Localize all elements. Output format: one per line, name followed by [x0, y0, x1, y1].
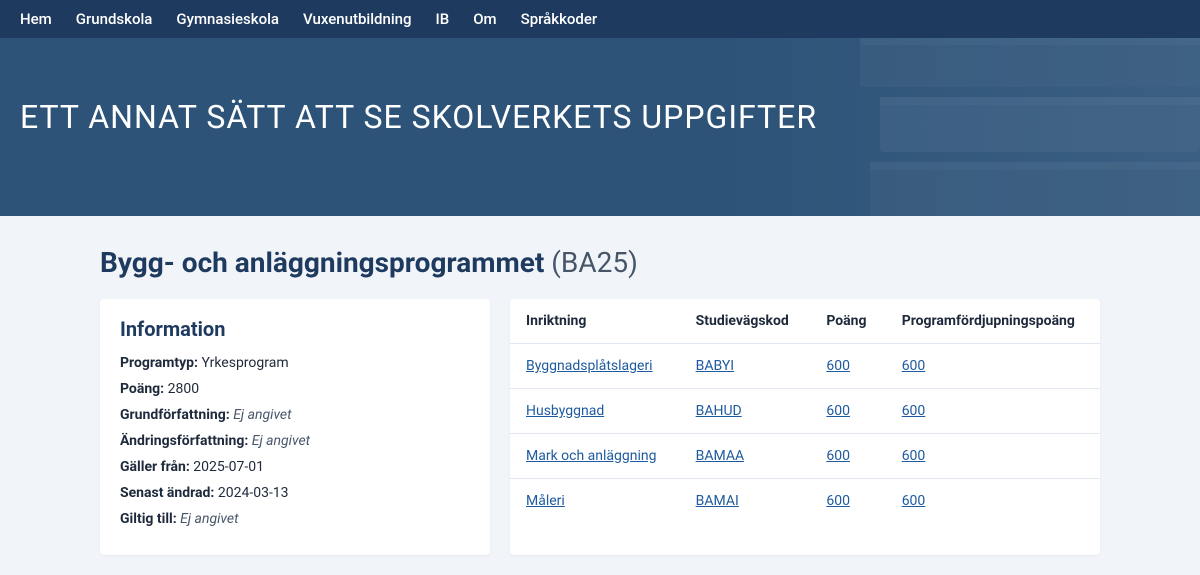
nav-gymnasieskola[interactable]: Gymnasieskola — [176, 10, 279, 28]
nav-ib[interactable]: IB — [436, 10, 450, 28]
info-row: Gäller från: 2025-07-01 — [120, 459, 470, 475]
nav-hem[interactable]: Hem — [20, 10, 52, 28]
inriktning-link[interactable]: Husbyggnad — [526, 403, 604, 419]
info-label: Giltig till: — [120, 511, 180, 527]
main-nav: Hem Grundskola Gymnasieskola Vuxenutbild… — [0, 0, 1200, 38]
info-label: Programtyp: — [120, 355, 201, 371]
table-row: Mark och anläggning BAMAA 600 600 — [510, 434, 1100, 479]
inriktning-link[interactable]: Mark och anläggning — [526, 448, 656, 464]
hero-title: ETT ANNAT SÄTT ATT SE SKOLVERKETS UPPGIF… — [20, 98, 1180, 136]
info-value: Ej angivet — [180, 511, 238, 527]
programfordjupning-link[interactable]: 600 — [902, 493, 926, 509]
hero-banner: ETT ANNAT SÄTT ATT SE SKOLVERKETS UPPGIF… — [0, 38, 1200, 216]
nav-om[interactable]: Om — [473, 10, 496, 28]
information-heading: Information — [120, 317, 470, 341]
info-label: Poäng: — [120, 381, 168, 397]
table-row: Måleri BAMAI 600 600 — [510, 479, 1100, 524]
info-label: Grundförfattning: — [120, 407, 233, 423]
orientations-table: Inriktning Studievägskod Poäng Programfö… — [510, 299, 1100, 523]
info-label: Ändringsförfattning: — [120, 433, 252, 449]
info-row: Giltig till: Ej angivet — [120, 511, 470, 527]
programfordjupning-link[interactable]: 600 — [902, 403, 926, 419]
info-value: 2800 — [168, 381, 199, 397]
info-value: Yrkesprogram — [201, 355, 288, 371]
information-card: Information Programtyp: Yrkesprogram Poän… — [100, 299, 490, 555]
main-content: Bygg- och anläggningsprogrammet (BA25) I… — [0, 216, 1200, 575]
table-row: Husbyggnad BAHUD 600 600 — [510, 389, 1100, 434]
poang-link[interactable]: 600 — [826, 358, 850, 374]
info-row: Programtyp: Yrkesprogram — [120, 355, 470, 371]
info-label: Senast ändrad: — [120, 485, 218, 501]
nav-grundskola[interactable]: Grundskola — [76, 10, 153, 28]
page-title: Bygg- och anläggningsprogrammet (BA25) — [100, 246, 1100, 279]
poang-link[interactable]: 600 — [826, 448, 850, 464]
col-studievagskod: Studievägskod — [680, 299, 811, 344]
info-row: Ändringsförfattning: Ej angivet — [120, 433, 470, 449]
orientations-table-card: Inriktning Studievägskod Poäng Programfö… — [510, 299, 1100, 555]
studievagskod-link[interactable]: BAMAI — [696, 493, 739, 509]
studievagskod-link[interactable]: BAMAA — [696, 448, 744, 464]
info-value: Ej angivet — [252, 433, 310, 449]
info-row: Senast ändrad: 2024-03-13 — [120, 485, 470, 501]
info-value: 2025-07-01 — [193, 459, 264, 475]
poang-link[interactable]: 600 — [826, 403, 850, 419]
program-name: Bygg- och anläggningsprogrammet — [100, 246, 544, 279]
col-programfordjupning: Programfördjupningspoäng — [886, 299, 1100, 344]
col-poang: Poäng — [810, 299, 885, 344]
poang-link[interactable]: 600 — [826, 493, 850, 509]
studievagskod-link[interactable]: BABYI — [696, 358, 734, 374]
programfordjupning-link[interactable]: 600 — [902, 448, 926, 464]
studievagskod-link[interactable]: BAHUD — [696, 403, 742, 419]
program-code: (BA25) — [551, 246, 638, 279]
inriktning-link[interactable]: Måleri — [526, 493, 565, 509]
table-row: Byggnadsplåtslageri BABYI 600 600 — [510, 344, 1100, 389]
programfordjupning-link[interactable]: 600 — [902, 358, 926, 374]
info-label: Gäller från: — [120, 459, 193, 475]
inriktning-link[interactable]: Byggnadsplåtslageri — [526, 358, 653, 374]
info-row: Grundförfattning: Ej angivet — [120, 407, 470, 423]
info-value: Ej angivet — [233, 407, 291, 423]
info-value: 2024-03-13 — [218, 485, 289, 501]
col-inriktning: Inriktning — [510, 299, 680, 344]
nav-vuxenutbildning[interactable]: Vuxenutbildning — [303, 10, 412, 28]
nav-sprakkoder[interactable]: Språkkoder — [521, 10, 598, 28]
info-row: Poäng: 2800 — [120, 381, 470, 397]
